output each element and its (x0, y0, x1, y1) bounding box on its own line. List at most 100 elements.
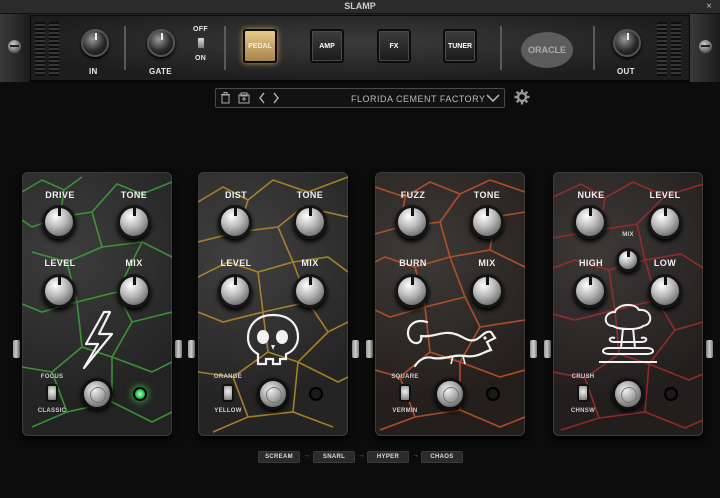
bypass-footswitch[interactable] (81, 378, 113, 410)
arrow-right-icon: → (303, 452, 310, 459)
status-led (309, 387, 323, 401)
orange-label: ORANGE (213, 374, 243, 380)
input-gain-knob[interactable] (81, 29, 109, 57)
fx-mode-button[interactable]: FX (377, 29, 411, 63)
mix-knob[interactable] (470, 274, 504, 308)
vermin-label: VERMIN (392, 408, 418, 414)
mix-label: MIX (301, 258, 319, 268)
out-label: OUT (617, 67, 635, 76)
skull-icon (246, 313, 300, 366)
pedal-chaos: NUKE LEVEL MIX HIGH LOW CRUSH CHNSW (553, 172, 703, 436)
mushroom-cloud-icon (599, 304, 657, 363)
gate-on-label: ON (195, 55, 207, 62)
dist-knob[interactable] (218, 205, 252, 239)
rack-panel: IN GATE OFF ON PEDAL AMP FX TUNER ORACLE… (30, 15, 690, 81)
tone-knob[interactable] (470, 205, 504, 239)
crush-label: CRUSH (571, 374, 595, 380)
cable-jack (175, 340, 182, 358)
gate-toggle[interactable] (197, 37, 205, 49)
voicing-toggle[interactable] (222, 384, 234, 402)
gate-knob[interactable] (147, 29, 175, 57)
square-label: SQUARE (391, 374, 419, 380)
nuke-knob[interactable] (573, 205, 607, 239)
chain-hyper-button[interactable]: HYPER (367, 451, 409, 463)
chain-snarl-button[interactable]: SNARL (313, 451, 355, 463)
arrow-right-icon: → (412, 452, 419, 459)
burn-label: BURN (399, 258, 427, 268)
bypass-footswitch[interactable] (434, 378, 466, 410)
window-title: SLAMP (344, 1, 376, 11)
grill (657, 22, 667, 76)
cable-jack (188, 340, 195, 358)
tone-knob[interactable] (117, 205, 151, 239)
level-knob[interactable] (42, 274, 76, 308)
dist-label: DIST (224, 190, 248, 200)
status-led (664, 387, 678, 401)
output-jack (706, 340, 713, 358)
pedal-snarl: DIST TONE LEVEL MIX ORANGE YELLOW (198, 172, 348, 436)
rack-header: IN GATE OFF ON PEDAL AMP FX TUNER ORACLE… (0, 14, 720, 82)
next-icon[interactable] (272, 92, 280, 108)
oracle-logo: ORACLE (521, 32, 573, 68)
yellow-label: YELLOW (214, 408, 242, 414)
preset-name[interactable]: FLORIDA CEMENT FACTORY (351, 94, 486, 104)
voicing-toggle[interactable] (46, 384, 58, 402)
prev-icon[interactable] (258, 92, 266, 108)
level-knob[interactable] (648, 205, 682, 239)
tone-label: TONE (473, 190, 501, 200)
grill (49, 22, 59, 76)
chnsw-label: CHNSW (570, 408, 596, 414)
tone-knob[interactable] (293, 205, 327, 239)
mix-knob[interactable] (616, 248, 640, 272)
fuzz-label: FUZZ (400, 190, 426, 200)
chain-chaos-button[interactable]: CHAOS (421, 451, 463, 463)
pedal-mode-button[interactable]: PEDAL (243, 29, 277, 63)
input-jack (13, 340, 20, 358)
gate-label: GATE (149, 67, 172, 76)
cable-jack (352, 340, 359, 358)
level-knob[interactable] (218, 274, 252, 308)
chain-scream-button[interactable]: SCREAM (258, 451, 300, 463)
preset-bar: FLORIDA CEMENT FACTORY (215, 88, 505, 108)
divider (500, 26, 502, 70)
screw-icon (699, 40, 712, 53)
amp-mode-button[interactable]: AMP (310, 29, 344, 63)
fuzz-knob[interactable] (395, 205, 429, 239)
level-label: LEVEL (44, 258, 76, 268)
cable-jack (530, 340, 537, 358)
mix-knob[interactable] (293, 274, 327, 308)
output-volume-knob[interactable] (613, 29, 641, 57)
pedal-hyper: FUZZ TONE BURN MIX SQUARE VERMIN (375, 172, 525, 436)
status-led (486, 387, 500, 401)
divider (593, 26, 595, 70)
gear-icon[interactable] (514, 89, 530, 109)
trash-icon[interactable] (220, 92, 231, 108)
grill (35, 22, 45, 76)
voicing-toggle[interactable] (399, 384, 411, 402)
divider (124, 26, 126, 70)
bypass-footswitch[interactable] (257, 378, 289, 410)
chevron-down-icon[interactable] (486, 93, 500, 107)
focus-label: FOCUS (40, 374, 64, 380)
title-bar: SLAMP × (0, 0, 720, 14)
level-label: LEVEL (220, 258, 252, 268)
mix-label: MIX (125, 258, 143, 268)
tone-label: TONE (296, 190, 324, 200)
bypass-footswitch[interactable] (612, 378, 644, 410)
tone-label: TONE (120, 190, 148, 200)
classic-label: CLASSIC (37, 408, 67, 414)
save-icon[interactable] (238, 92, 250, 108)
status-led (133, 387, 147, 401)
tuner-mode-button[interactable]: TUNER (443, 29, 477, 63)
rat-icon (406, 320, 497, 368)
drive-knob[interactable] (42, 205, 76, 239)
cable-jack (366, 340, 373, 358)
mix-label: MIX (622, 232, 634, 238)
close-icon[interactable]: × (704, 2, 714, 12)
level-label: LEVEL (649, 190, 681, 200)
voicing-toggle[interactable] (577, 384, 589, 402)
mix-knob[interactable] (117, 274, 151, 308)
mix-label: MIX (478, 258, 496, 268)
burn-knob[interactable] (395, 274, 429, 308)
pedal-scream: DRIVE TONE LEVEL MIX FOCUS CLASSIC (22, 172, 172, 436)
